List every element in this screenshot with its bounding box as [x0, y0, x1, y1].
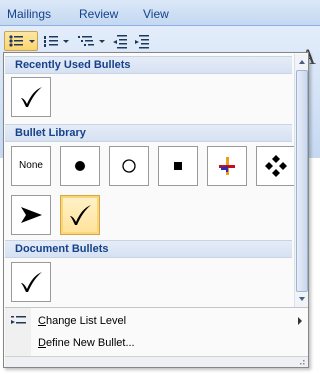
- chevron-down-icon: [99, 40, 105, 43]
- checkmark-icon: [21, 87, 42, 107]
- scroll-thumb[interactable]: [296, 70, 308, 292]
- increase-indent-icon: [135, 35, 149, 49]
- tab-mailings[interactable]: Mailings: [7, 7, 51, 21]
- checkmark-icon: [70, 205, 91, 225]
- submenu-arrow-icon: [298, 317, 302, 325]
- change-list-level-item[interactable]: Change List Level: [5, 310, 308, 332]
- section-bullet-library: Bullet Library: [5, 124, 292, 142]
- arrowhead-bullet-icon: [21, 207, 42, 223]
- change-list-level-label: Change List Level: [38, 315, 127, 327]
- chevron-down-icon: [29, 40, 35, 43]
- filled-circle-bullet-icon: [75, 161, 85, 171]
- bullet-option-none[interactable]: None: [11, 146, 51, 186]
- chevron-up-icon: [299, 60, 305, 64]
- bullet-option-colored-cross[interactable]: [207, 146, 247, 186]
- tab-view[interactable]: View: [143, 7, 169, 21]
- bullet-option-document-checkmark[interactable]: [11, 262, 51, 302]
- resize-grip[interactable]: [5, 356, 308, 367]
- section-recently-used: Recently Used Bullets: [5, 56, 292, 74]
- define-new-bullet-label: Define New Bullet...: [38, 337, 135, 349]
- multilevel-list-button[interactable]: [74, 31, 108, 51]
- gallery-scrollbar[interactable]: [294, 54, 308, 307]
- bullet-option-recent-checkmark[interactable]: [11, 77, 51, 117]
- four-diamond-bullet-icon: [265, 155, 287, 177]
- numbering-icon: [44, 36, 58, 47]
- none-label: None: [19, 160, 43, 171]
- decrease-indent-icon: [113, 35, 127, 49]
- decrease-indent-button[interactable]: [110, 31, 130, 51]
- chevron-down-icon: [63, 40, 69, 43]
- bullet-option-filled-square[interactable]: [158, 146, 198, 186]
- filled-square-bullet-icon: [174, 162, 182, 170]
- checkmark-icon: [21, 272, 42, 292]
- scroll-up-button[interactable]: [295, 55, 309, 69]
- bullet-option-hollow-circle[interactable]: [109, 146, 149, 186]
- colored-cross-bullet-icon: [219, 157, 235, 175]
- increase-indent-button[interactable]: [132, 31, 152, 51]
- numbering-button[interactable]: [40, 31, 72, 51]
- bullets-icon: [9, 35, 23, 47]
- scroll-down-button[interactable]: [295, 292, 309, 306]
- list-level-icon: [11, 316, 26, 324]
- define-new-bullet-item[interactable]: Define New Bullet...: [5, 332, 308, 354]
- menu-separator: [5, 307, 308, 308]
- bullet-option-checkmark[interactable]: [60, 195, 100, 235]
- tab-review[interactable]: Review: [79, 7, 118, 21]
- bullet-option-four-diamond[interactable]: [256, 146, 296, 186]
- bullets-button[interactable]: [4, 31, 38, 51]
- multilevel-list-icon: [78, 36, 94, 46]
- resize-grip-icon: [300, 360, 305, 365]
- ribbon-tab-bar: Mailings Review View: [0, 0, 320, 26]
- section-document-bullets: Document Bullets: [5, 240, 292, 258]
- bullet-library-dropdown: Recently Used Bullets Bullet Library Non…: [3, 52, 309, 368]
- hollow-circle-bullet-icon: [122, 159, 136, 173]
- bullet-option-filled-circle[interactable]: [60, 146, 100, 186]
- bullet-gallery: Recently Used Bullets Bullet Library Non…: [5, 54, 296, 307]
- chevron-down-icon: [299, 297, 305, 301]
- bullet-option-arrowhead[interactable]: [11, 195, 51, 235]
